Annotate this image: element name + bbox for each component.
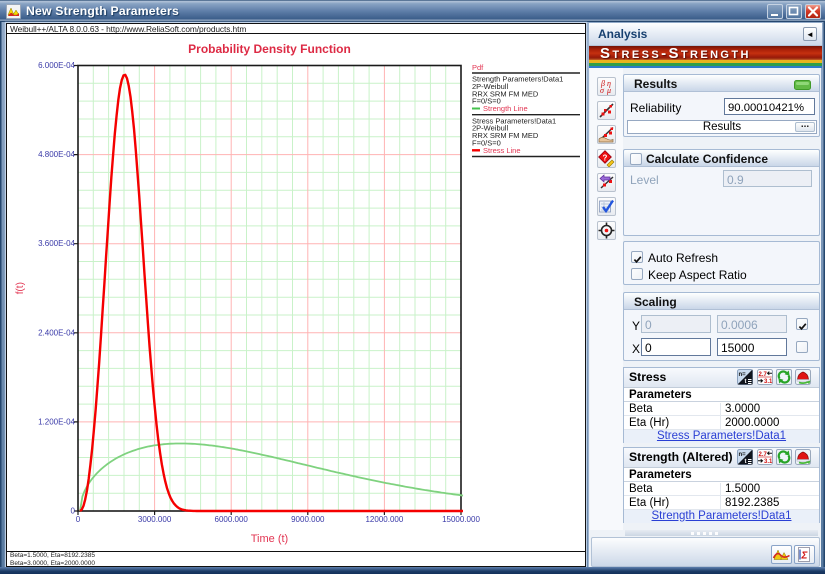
- svg-text:3.1: 3.1: [764, 459, 773, 465]
- svg-text:n=: n=: [739, 372, 747, 378]
- svg-text:6000.000: 6000.000: [215, 515, 249, 524]
- svg-text:15000.000: 15000.000: [442, 515, 480, 524]
- svg-text:6.000E-04: 6.000E-04: [38, 61, 75, 70]
- svg-text:9000.000: 9000.000: [291, 515, 325, 524]
- svg-text:?: ?: [603, 154, 608, 163]
- svg-text:Strength Line: Strength Line: [483, 104, 528, 113]
- svg-text:Stress Line: Stress Line: [483, 146, 521, 155]
- svg-text:3.1: 3.1: [764, 379, 773, 385]
- svg-text:t: t: [745, 459, 747, 465]
- svg-text:3.600E-04: 3.600E-04: [38, 239, 75, 248]
- svg-text:0: 0: [76, 515, 81, 524]
- svg-text:μ: μ: [606, 86, 611, 95]
- svg-text:Σ: Σ: [801, 551, 809, 562]
- svg-text:4.800E-04: 4.800E-04: [38, 150, 75, 159]
- svg-text:Time (t): Time (t): [251, 533, 288, 545]
- svg-text:n=: n=: [739, 452, 747, 458]
- svg-text:f(t): f(t): [15, 282, 26, 294]
- svg-text:12000.000: 12000.000: [365, 515, 403, 524]
- svg-text:t: t: [745, 379, 747, 385]
- svg-text:2.400E-04: 2.400E-04: [38, 328, 75, 337]
- svg-text:Probability Density Function: Probability Density Function: [188, 42, 351, 56]
- svg-text:1.200E-04: 1.200E-04: [38, 417, 75, 426]
- svg-text:Pdf: Pdf: [472, 63, 484, 72]
- svg-text:3000.000: 3000.000: [138, 515, 172, 524]
